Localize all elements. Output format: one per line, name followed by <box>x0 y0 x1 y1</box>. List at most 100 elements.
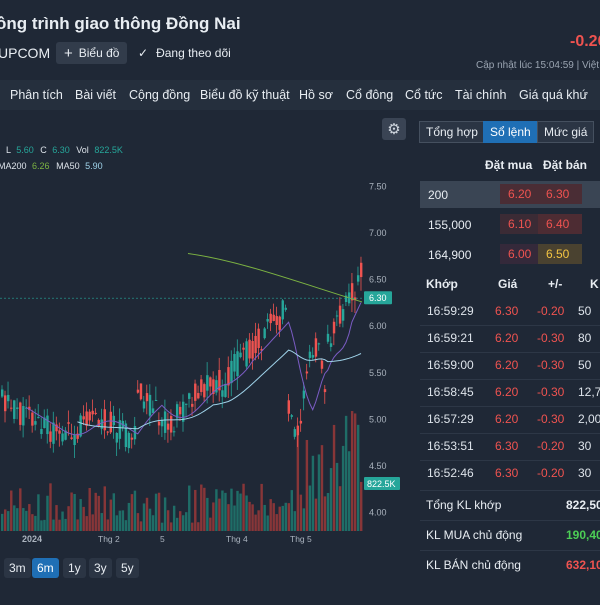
follow-button[interactable]: ✓ Đang theo dõi <box>138 46 231 60</box>
candle-body <box>31 412 34 426</box>
candle-body <box>239 352 242 358</box>
candle-body <box>350 283 354 301</box>
nav-item-shareholders[interactable]: Cổ đông <box>346 88 393 102</box>
summary-total-value: 822,50 <box>566 498 600 512</box>
candle-body <box>151 408 155 413</box>
divider <box>420 352 600 353</box>
range-3y-button[interactable]: 3y <box>89 558 112 578</box>
price-chart[interactable]: 7.50 7.00 6.50 6.00 5.50 5.00 4.50 4.00 2024 Thg… <box>0 115 410 600</box>
candle-body <box>172 431 176 433</box>
candle-body <box>139 383 143 400</box>
trade-volume: 2,00 <box>578 412 600 426</box>
tab-price-levels[interactable]: Mức giá <box>537 121 595 143</box>
candle-body <box>221 390 224 397</box>
candle-body <box>194 383 197 401</box>
trade-time: 16:57:29 <box>427 412 474 426</box>
candle-body <box>335 315 339 317</box>
chart-settings-button[interactable]: ⚙ <box>382 118 406 140</box>
trade-price: 6.30 <box>495 466 519 480</box>
summary-sell-value: 632,10 <box>566 558 600 572</box>
volume-bar <box>148 508 152 531</box>
volume-bar <box>227 504 230 531</box>
volume-bar <box>344 415 348 531</box>
candle-body <box>311 355 315 358</box>
candle-body <box>266 318 269 322</box>
candle-body <box>178 406 182 415</box>
volume-bar <box>85 516 88 531</box>
range-5y-button[interactable]: 5y <box>116 558 139 578</box>
candle-body <box>10 407 13 409</box>
tab-orderbook[interactable]: Sổ lệnh <box>483 121 538 143</box>
volume-bar <box>166 510 170 531</box>
tab-summary[interactable]: Tổng hợp <box>419 121 485 143</box>
candle-body <box>163 411 167 433</box>
candle-body <box>185 403 188 405</box>
legend-ma50-value: 5.90 <box>85 161 103 171</box>
orderbook-row: 200 6.20 6.30 <box>420 181 600 208</box>
nav-item-analysis[interactable]: Phân tích <box>10 88 63 102</box>
volume-bar <box>169 522 173 531</box>
orderbook-volume: 164,900 <box>428 248 472 262</box>
chart-button[interactable]: + Biểu đồ <box>56 42 128 64</box>
volume-bar <box>112 493 116 531</box>
volume-bar <box>97 495 100 531</box>
trade-price: 6.20 <box>495 331 519 345</box>
chart-button-label: Biểu đồ <box>78 46 120 60</box>
nav-item-finance[interactable]: Tài chính <box>455 88 506 102</box>
volume-bar <box>284 502 287 531</box>
candle-body <box>115 432 119 443</box>
x-tick-label: 2024 <box>22 534 42 544</box>
volume-bar <box>356 424 360 531</box>
nav-item-price-history[interactable]: Giá quá khứ <box>519 88 588 102</box>
candle-body <box>88 411 91 421</box>
follow-label: Đang theo dõi <box>156 46 231 60</box>
x-tick-label: Thg 5 <box>290 534 312 544</box>
candle-body <box>166 423 170 430</box>
candle-body <box>200 379 203 392</box>
volume-bar <box>106 519 109 531</box>
candle-body <box>305 371 309 374</box>
volume-bar <box>305 439 309 531</box>
legend-low-label: L <box>6 145 11 155</box>
legend-close-label: C <box>40 145 47 155</box>
nav-item-community[interactable]: Cộng đồng <box>129 88 190 102</box>
candle-body <box>236 351 239 377</box>
main-nav: Phân tích Bài viết Cộng đồng Biểu đồ kỹ … <box>0 80 600 110</box>
volume-bar <box>308 485 312 531</box>
range-6m-button[interactable]: 6m <box>32 558 59 578</box>
ma200-line <box>187 252 363 303</box>
volume-bar <box>118 510 122 531</box>
candle-body <box>16 407 19 409</box>
volume-bar <box>290 490 294 531</box>
range-1y-button[interactable]: 1y <box>63 558 86 578</box>
candle-body <box>329 343 333 347</box>
nav-item-profile[interactable]: Hồ sơ <box>299 88 333 102</box>
divider <box>420 460 600 461</box>
orderbook-bid-header: Đặt mua <box>485 158 533 172</box>
volume-bar <box>157 492 161 531</box>
candle-body <box>191 403 194 407</box>
nav-item-articles[interactable]: Bài viết <box>75 88 116 102</box>
candle-body <box>160 420 164 427</box>
volume-bar <box>287 503 290 531</box>
volume-bar <box>260 483 263 531</box>
orderbook-ask-price: 6.40 <box>538 214 582 234</box>
volume-bar <box>314 498 318 531</box>
candle-body <box>67 422 70 424</box>
trade-price: 6.20 <box>495 385 519 399</box>
range-3m-button[interactable]: 3m <box>4 558 31 578</box>
volume-bar <box>175 517 179 531</box>
volume-bar <box>281 505 284 531</box>
summary-buy-label: KL MUA chủ động <box>426 528 523 542</box>
volume-bar <box>163 497 167 531</box>
nav-item-technical-chart[interactable]: Biểu đồ kỹ thuật <box>200 88 290 102</box>
volume-bar <box>224 492 227 531</box>
candle-body <box>13 400 16 419</box>
volume-bar <box>91 514 94 531</box>
trade-volume: 12,70 <box>578 385 600 399</box>
volume-bar <box>251 504 254 531</box>
volume-bar <box>82 506 85 531</box>
nav-item-dividends[interactable]: Cổ tức <box>405 88 443 102</box>
trade-volume: 80 <box>578 331 592 345</box>
volume-bar <box>37 494 40 531</box>
